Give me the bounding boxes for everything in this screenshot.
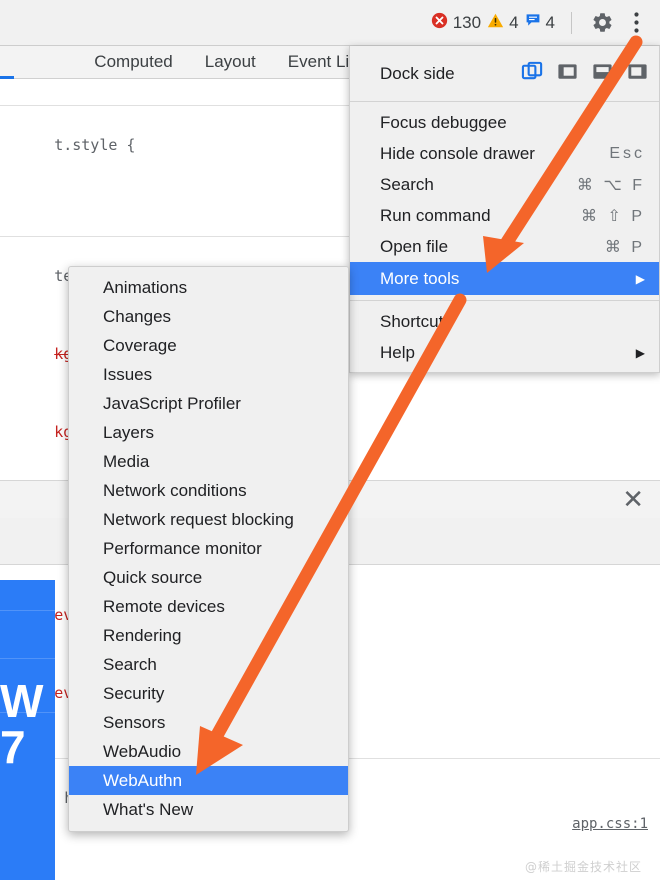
menu-item-accel: Esc [609,144,645,162]
submenu-item-search[interactable]: Search [69,650,348,679]
menu-item-label: Open file [380,236,449,256]
submenu-item-webaudio[interactable]: WebAudio [69,737,348,766]
tab-computed[interactable]: Computed [78,52,188,72]
menu-item-hide-console-drawer[interactable]: Hide console drawer Esc [350,138,659,169]
chevron-right-icon: ▶ [635,271,645,286]
devtools-screenshot: t.style { te-book-nav-bg:after, body[lay… [0,0,660,889]
submenu-item-animations[interactable]: Animations [69,273,348,302]
page-blue-element-glyph: W 7 [0,678,44,770]
toolbar-divider [571,11,572,34]
submenu-item-javascript-profiler[interactable]: JavaScript Profiler [69,389,348,418]
undock-into-separate-window-icon[interactable] [521,60,544,88]
tab-layout[interactable]: Layout [189,52,272,72]
submenu-item-rendering[interactable]: Rendering [69,621,348,650]
menu-item-search[interactable]: Search ⌘ ⌥ F [350,169,659,200]
submenu-item-quick-source[interactable]: Quick source [69,563,348,592]
error-counter[interactable]: 130 [431,12,481,34]
submenu-item-sensors[interactable]: Sensors [69,708,348,737]
error-circle-icon [431,12,448,34]
submenu-item-layers[interactable]: Layers [69,418,348,447]
kebab-menu-icon[interactable] [622,9,650,37]
issue-counters: 130 4 4 [431,9,650,37]
devtools-topbar: 130 4 4 [0,0,660,46]
submenu-item-performance-monitor[interactable]: Performance monitor [69,534,348,563]
menu-item-run-command[interactable]: Run command ⌘ ⇧ P [350,200,659,231]
warning-count: 4 [509,12,519,32]
dock-side-row: Dock side [350,52,659,96]
submenu-item-network-conditions[interactable]: Network conditions [69,476,348,505]
gear-icon[interactable] [588,9,616,37]
menu-divider-1 [350,101,659,102]
warning-counter[interactable]: 4 [487,12,519,34]
menu-item-shortcuts[interactable]: Shortcuts [350,306,659,337]
chevron-right-icon-2: ▶ [635,345,645,360]
dock-side-label: Dock side [380,64,455,83]
menu-item-focus-debuggee[interactable]: Focus debuggee [350,107,659,138]
menu-item-accel: ⌘ ⇧ P [581,207,645,225]
submenu-item-media[interactable]: Media [69,447,348,476]
menu-item-label: More tools [380,268,460,288]
menu-item-more-tools[interactable]: More tools ▶ [350,262,659,295]
submenu-item-issues[interactable]: Issues [69,360,348,389]
message-icon [525,12,541,33]
menu-item-help[interactable]: Help ▶ [350,337,659,368]
menu-item-accel: ⌘ P [604,238,645,256]
stylesheet-source-link[interactable]: app.css:1 [572,811,648,837]
submenu-item-network-request-blocking[interactable]: Network request blocking [69,505,348,534]
menu-item-label: Hide console drawer [380,143,535,163]
menu-item-label: Search [380,174,434,194]
css-selector-text: t.style { [54,136,136,154]
menu-item-label: Help [380,342,415,362]
submenu-item-whats-new[interactable]: What's New [69,795,348,824]
menu-item-label: Run command [380,205,491,225]
menu-item-accel: ⌘ ⌥ F [576,176,645,194]
watermark: @稀土掘金技术社区 [524,860,642,874]
submenu-item-webauthn[interactable]: WebAuthn [69,766,348,795]
submenu-item-changes[interactable]: Changes [69,302,348,331]
error-count: 130 [452,12,482,32]
devtools-main-menu: Dock side Focus debuggee Hide console dr… [349,46,660,373]
dock-to-left-icon[interactable] [556,60,579,88]
menu-item-label: Focus debuggee [380,112,507,132]
menu-item-open-file[interactable]: Open file ⌘ P [350,231,659,262]
submenu-item-coverage[interactable]: Coverage [69,331,348,360]
close-icon[interactable]: ✕ [622,485,644,513]
info-counter[interactable]: 4 [525,12,555,33]
dock-to-bottom-icon[interactable] [591,60,614,88]
warning-triangle-icon [487,12,504,34]
menu-item-label: Shortcuts [380,311,452,331]
info-count: 4 [545,12,555,32]
menu-divider-2 [350,300,659,301]
submenu-item-remote-devices[interactable]: Remote devices [69,592,348,621]
active-tab-indicator [0,76,14,79]
submenu-item-security[interactable]: Security [69,679,348,708]
more-tools-submenu: Animations Changes Coverage Issues JavaS… [68,266,349,832]
dock-to-right-icon[interactable] [626,60,649,88]
